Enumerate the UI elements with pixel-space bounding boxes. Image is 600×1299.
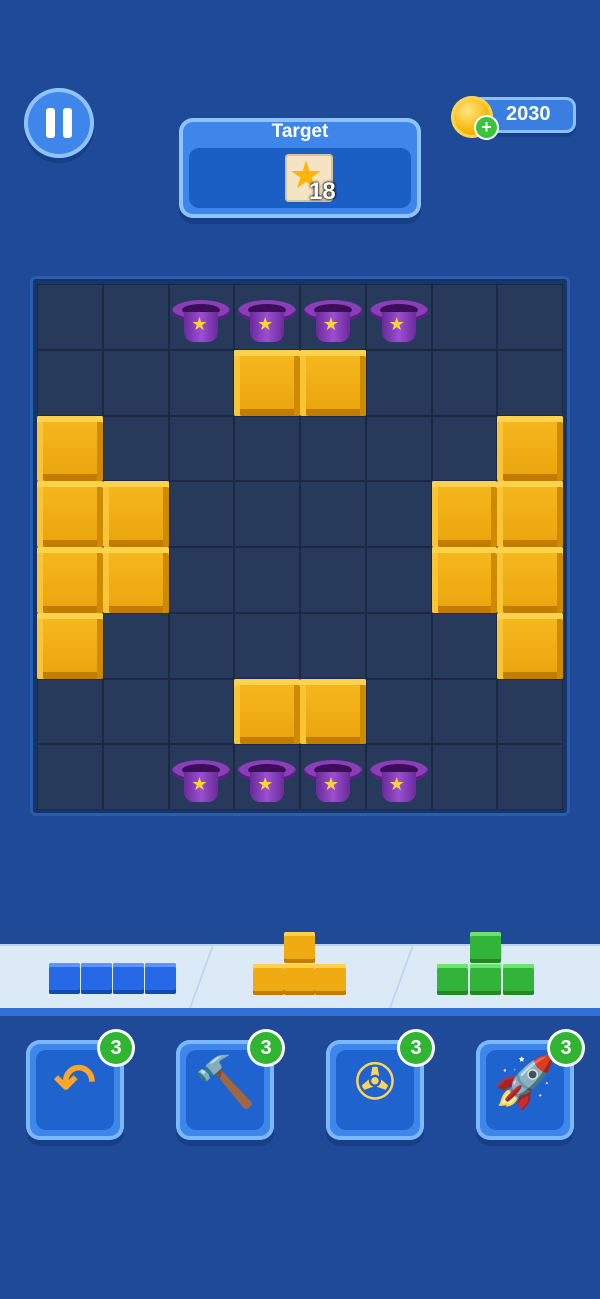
pause-icon	[46, 108, 55, 138]
board-cell[interactable]	[37, 678, 103, 745]
yellow-block[interactable]	[234, 349, 300, 416]
board-cell[interactable]	[365, 349, 432, 416]
yellow-block[interactable]	[497, 481, 563, 547]
board-cell[interactable]	[300, 481, 366, 547]
yellow-block[interactable]	[37, 481, 103, 547]
hammer-booster-button[interactable]: 🔨 3	[176, 1032, 282, 1140]
magic-hat-icon: ★	[238, 758, 297, 804]
board-cell[interactable]	[300, 612, 366, 679]
yellow-block[interactable]	[37, 547, 103, 613]
yellow-block[interactable]	[431, 481, 498, 547]
magic-hat-cell[interactable]: ★	[168, 284, 235, 350]
magic-hat-icon: ★	[172, 298, 231, 344]
magic-hat-icon: ★	[172, 758, 231, 804]
board-cell[interactable]	[497, 678, 563, 745]
booster-count-badge: 3	[550, 1032, 582, 1064]
rocket-booster-button[interactable]: 🚀 3	[476, 1032, 582, 1140]
magic-hat-cell[interactable]: ★	[234, 744, 300, 810]
board-cell[interactable]	[365, 547, 432, 613]
board-cell[interactable]	[37, 349, 103, 416]
magic-hat-cell[interactable]: ★	[234, 284, 300, 350]
board-cell[interactable]	[431, 349, 498, 416]
board-cell[interactable]	[497, 284, 563, 350]
board-cell[interactable]	[102, 678, 169, 745]
yellow-block[interactable]	[497, 415, 563, 482]
yellow-block[interactable]	[300, 349, 366, 416]
magic-hat-icon: ★	[303, 758, 362, 804]
board-cell[interactable]	[168, 612, 235, 679]
board-cell[interactable]	[497, 349, 563, 416]
magic-hat-cell[interactable]: ★	[365, 744, 432, 810]
yellow-block[interactable]	[497, 612, 563, 679]
coin-value: 2030	[506, 103, 551, 125]
board-cell[interactable]	[431, 612, 498, 679]
undo-booster-button[interactable]: ↶ 3	[26, 1032, 132, 1140]
board-cell[interactable]	[300, 547, 366, 613]
board-cell[interactable]	[168, 349, 235, 416]
board-cell[interactable]	[168, 547, 235, 613]
magic-hat-icon: ★	[369, 758, 428, 804]
yellow-block[interactable]	[37, 612, 103, 679]
board-cell[interactable]	[365, 612, 432, 679]
board-cell[interactable]	[102, 349, 169, 416]
board-cell[interactable]	[365, 415, 432, 482]
board-cell[interactable]	[102, 284, 169, 350]
yellow-block[interactable]	[37, 415, 103, 482]
board-cell[interactable]	[431, 678, 498, 745]
magic-hat-cell[interactable]: ★	[365, 284, 432, 350]
yellow-block[interactable]	[234, 678, 300, 745]
yellow-block[interactable]	[102, 481, 169, 547]
board-cell[interactable]	[431, 744, 498, 810]
board-cell[interactable]	[234, 612, 300, 679]
board-cell[interactable]	[102, 415, 169, 482]
board-cell[interactable]	[168, 415, 235, 482]
board-cell[interactable]	[37, 284, 103, 350]
magic-hat-icon: ★	[369, 298, 428, 344]
board-cell[interactable]	[497, 744, 563, 810]
booster-count-badge: 3	[100, 1032, 132, 1064]
yellow-block[interactable]	[300, 678, 366, 745]
target-label: Target	[271, 121, 329, 142]
board-cell[interactable]	[365, 678, 432, 745]
target-panel: Target ★ 18	[179, 118, 421, 218]
target-count: 18	[309, 178, 336, 205]
booster-count-badge: 3	[400, 1032, 432, 1064]
board-cell[interactable]	[168, 481, 235, 547]
board-cell[interactable]	[234, 481, 300, 547]
board-cell[interactable]	[234, 415, 300, 482]
board-cell[interactable]	[168, 678, 235, 745]
propeller-booster-button[interactable]: ✇ 3	[326, 1032, 432, 1140]
board-cell[interactable]	[102, 612, 169, 679]
board-cell[interactable]	[300, 415, 366, 482]
board-cell[interactable]	[431, 284, 498, 350]
board-cell[interactable]	[365, 481, 432, 547]
board-cell[interactable]	[37, 744, 103, 810]
yellow-block[interactable]	[497, 547, 563, 613]
board-cell[interactable]	[431, 415, 498, 482]
yellow-block[interactable]	[431, 547, 498, 613]
magic-hat-icon: ★	[303, 298, 362, 344]
booster-count-badge: 3	[250, 1032, 282, 1064]
game-board[interactable]: ★ ★ ★ ★ ★ ★ ★ ★	[37, 284, 563, 810]
board-cell[interactable]	[234, 547, 300, 613]
add-coins-icon[interactable]: +	[476, 117, 497, 138]
magic-hat-cell[interactable]: ★	[168, 744, 235, 810]
magic-hat-icon: ★	[238, 298, 297, 344]
board-cell[interactable]	[102, 744, 169, 810]
pause-button[interactable]	[24, 88, 94, 158]
magic-hat-cell[interactable]: ★	[300, 284, 366, 350]
magic-hat-cell[interactable]: ★	[300, 744, 366, 810]
yellow-block[interactable]	[102, 547, 169, 613]
